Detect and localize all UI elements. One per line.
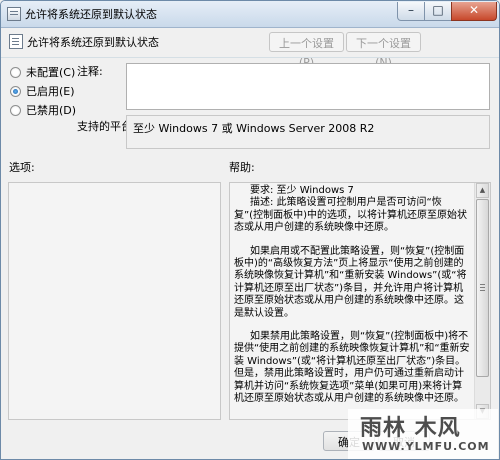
help-label: 帮助: bbox=[229, 161, 255, 174]
maximize-button[interactable]: □ bbox=[424, 2, 452, 21]
title-bar[interactable]: 允许将系统还原到默认状态 – □ ✕ bbox=[1, 1, 499, 28]
radio-disabled-label: 已禁用(D) bbox=[26, 104, 77, 117]
options-label: 选项: bbox=[9, 161, 35, 174]
radio-disabled-circle[interactable] bbox=[10, 104, 21, 116]
help-text: 要求: 至少 Windows 7 描述: 此策略设置可控制用户是否可访问“恢复”… bbox=[234, 185, 470, 417]
comment-textarea[interactable] bbox=[126, 63, 490, 110]
header-divider bbox=[1, 57, 499, 58]
watermark-logo: 雨林 木风 WWW.YLMFU.COM bbox=[348, 409, 498, 459]
prev-setting-button[interactable]: 上一个设置(P) bbox=[269, 32, 344, 69]
close-button[interactable]: ✕ bbox=[451, 2, 497, 21]
help-requirement: 要求: 至少 Windows 7 bbox=[250, 185, 354, 196]
help-panel[interactable]: 要求: 至少 Windows 7 描述: 此策略设置可控制用户是否可访问“恢复”… bbox=[229, 182, 491, 420]
help-paragraph: 如果启用或不配置此策略设置，则“恢复”(控制面板中)的“高级恢复方法”页上将显示… bbox=[234, 245, 467, 319]
help-paragraph: 如果禁用此策略设置，则“恢复”(控制面板中)将不提供“使用之前创建的系统映像恢复… bbox=[234, 331, 470, 405]
grip-icon bbox=[480, 284, 485, 285]
radio-not-configured[interactable]: 未配置(C) bbox=[10, 65, 75, 79]
radio-enabled[interactable]: 已启用(E) bbox=[10, 84, 75, 98]
policy-dialog: 允许将系统还原到默认状态 – □ ✕ 允许将系统还原到默认状态 上一个设置(P)… bbox=[0, 0, 500, 460]
radio-enabled-circle[interactable] bbox=[10, 85, 21, 97]
platform-field: 至少 Windows 7 或 Windows Server 2008 R2 bbox=[126, 115, 490, 149]
radio-disabled[interactable]: 已禁用(D) bbox=[10, 103, 76, 117]
radio-not-configured-label: 未配置(C) bbox=[26, 66, 76, 79]
radio-not-configured-circle[interactable] bbox=[10, 66, 21, 78]
comment-label: 注释: bbox=[77, 65, 103, 78]
minimize-button[interactable]: – bbox=[397, 2, 425, 21]
watermark-url: WWW.YLMFU.COM bbox=[362, 440, 490, 453]
options-panel bbox=[8, 182, 221, 420]
setting-icon bbox=[9, 34, 23, 49]
scroll-thumb[interactable] bbox=[476, 199, 489, 377]
policy-name: 允许将系统还原到默认状态 bbox=[27, 36, 159, 49]
policy-icon bbox=[7, 7, 21, 21]
platform-value: 至少 Windows 7 或 Windows Server 2008 R2 bbox=[133, 122, 375, 135]
next-setting-button[interactable]: 下一个设置(N) bbox=[346, 32, 421, 69]
radio-enabled-label: 已启用(E) bbox=[26, 85, 75, 98]
window-title: 允许将系统还原到默认状态 bbox=[25, 8, 157, 21]
scroll-up-icon[interactable]: ▲ bbox=[476, 183, 489, 198]
help-scrollbar[interactable]: ▲ ▼ bbox=[474, 183, 490, 419]
help-paragraph: 描述: 此策略设置可控制用户是否可访问“恢复”(控制面板中)中的选项，以将计算机… bbox=[234, 197, 467, 234]
watermark-text: 雨林 木风 bbox=[360, 415, 461, 441]
